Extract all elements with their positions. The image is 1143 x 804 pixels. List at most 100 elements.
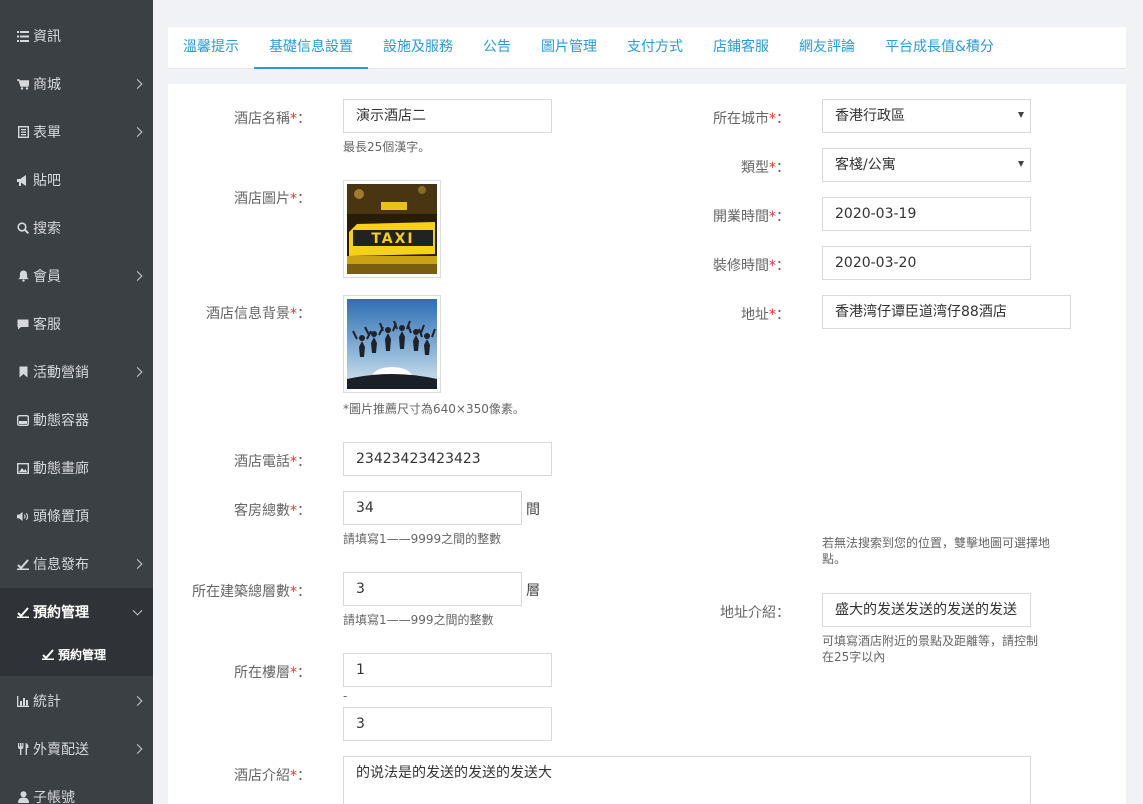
- sidebar-item-marketing[interactable]: 活動營銷: [0, 348, 153, 396]
- tab-images[interactable]: 圖片管理: [541, 27, 597, 69]
- megaphone-icon: [17, 174, 29, 186]
- sidebar-item-search[interactable]: 搜索: [0, 204, 153, 252]
- search-icon: [17, 222, 29, 234]
- sidebar-subitem-booking[interactable]: 預約管理: [0, 632, 153, 676]
- type-select[interactable]: 客棧/公寓: [822, 148, 1031, 182]
- hotel-bg-hint: *圖片推薦尺寸為640×350像素。: [343, 402, 525, 416]
- hotel-name-label: 酒店名稱*：: [234, 111, 311, 127]
- city-select-value: 香港行政區: [835, 108, 905, 124]
- tab-growth-points[interactable]: 平台成長值&積分: [885, 27, 994, 69]
- floor-from-input[interactable]: 1: [343, 653, 552, 687]
- hotel-image-label: 酒店圖片*：: [234, 191, 311, 207]
- sidebar-subitem-label: 預約管理: [58, 647, 107, 662]
- top-strip: [153, 0, 1143, 12]
- hotel-image-thumbnail[interactable]: TAXI: [343, 180, 441, 278]
- chevron-right-icon: [132, 744, 143, 754]
- rooms-input[interactable]: 34: [343, 491, 522, 525]
- hotel-bg-label: 酒店信息背景*：: [206, 306, 311, 322]
- sidebar-item-label: 會員: [33, 269, 61, 285]
- rooms-unit: 間: [526, 502, 540, 518]
- address-input[interactable]: 香港湾仔谭臣道湾仔88酒店: [822, 295, 1071, 329]
- sidebar-item-subaccount[interactable]: 子帳號: [0, 773, 153, 804]
- jumping-people-image: [347, 299, 437, 389]
- city-select[interactable]: 香港行政區: [822, 99, 1031, 133]
- chevron-right-icon: [132, 559, 143, 569]
- renovate-date-input[interactable]: 2020-03-20: [822, 246, 1031, 280]
- open-date-input[interactable]: 2020-03-19: [822, 197, 1031, 231]
- taxi-sign-image: TAXI: [347, 184, 437, 274]
- hotel-bg-thumbnail[interactable]: [343, 295, 441, 393]
- tab-customer-service[interactable]: 店鋪客服: [713, 27, 769, 69]
- sidebar-item-publish[interactable]: 信息發布: [0, 540, 153, 588]
- address-intro-hint: 可填寫酒店附近的景點及距離等，請控制在25字以內: [822, 634, 1039, 664]
- sidebar-item-label: 表單: [33, 125, 61, 141]
- bookmark-icon: [17, 366, 29, 378]
- sidebar-item-forum[interactable]: 貼吧: [0, 156, 153, 204]
- sidebar-item-delivery[interactable]: 外賣配送: [0, 725, 153, 773]
- sidebar-item-label: 預約管理: [33, 605, 89, 621]
- chevron-right-icon: [132, 271, 143, 281]
- phone-label: 酒店電話*：: [234, 454, 311, 470]
- sidebar-item-forms[interactable]: 表單: [0, 108, 153, 156]
- hotel-name-input[interactable]: 演示酒店二: [343, 99, 552, 133]
- caret-down-icon: [1018, 161, 1024, 167]
- sidebar-item-members[interactable]: 會員: [0, 252, 153, 300]
- open-date-label: 開業時間*：: [713, 209, 790, 225]
- cart-icon: [17, 78, 29, 90]
- floor-to-input[interactable]: 3: [343, 707, 552, 741]
- svg-text:TAXI: TAXI: [371, 231, 414, 247]
- sidebar-item-label: 外賣配送: [33, 742, 89, 758]
- sidebar-item-support[interactable]: 客服: [0, 300, 153, 348]
- chevron-down-icon: [132, 605, 143, 616]
- tab-payment[interactable]: 支付方式: [627, 27, 683, 69]
- sidebar-item-label: 動態容器: [33, 413, 89, 429]
- sidebar-item-gallery[interactable]: 動態畫廊: [0, 444, 153, 492]
- hdd-icon: [17, 414, 29, 426]
- sidebar-item-stats[interactable]: 統計: [0, 677, 153, 725]
- sidebar-item-label: 資訊: [33, 29, 61, 45]
- address-intro-label: 地址介紹：: [720, 605, 790, 621]
- floors-input[interactable]: 3: [343, 572, 522, 606]
- sidebar-item-news[interactable]: 資訊: [0, 12, 153, 60]
- city-label: 所在城市*：: [713, 111, 790, 127]
- tab-basic-info[interactable]: 基礎信息設置: [254, 27, 368, 69]
- floors-unit: 層: [526, 583, 540, 599]
- sidebar-item-container[interactable]: 動態容器: [0, 396, 153, 444]
- rooms-hint: 請填寫1——9999之間的整數: [343, 532, 502, 546]
- chevron-right-icon: [132, 367, 143, 377]
- floors-label: 所在建築總層數*：: [192, 584, 311, 600]
- bar-chart-icon: [17, 695, 29, 707]
- tab-notice[interactable]: 公告: [483, 27, 511, 69]
- bell-icon: [17, 270, 29, 282]
- sidebar-item-shop[interactable]: 商城: [0, 60, 153, 108]
- sidebar-item-label: 統計: [33, 694, 61, 710]
- check-icon: [17, 558, 29, 570]
- sidebar-item-label: 搜索: [33, 221, 61, 237]
- address-intro-input[interactable]: 盛大的发送发送的发送的发送: [822, 593, 1031, 627]
- check-icon: [42, 648, 54, 660]
- sidebar-item-headline[interactable]: 頭條置頂: [0, 492, 153, 540]
- picture-icon: [17, 462, 29, 474]
- chevron-right-icon: [132, 127, 143, 137]
- intro-textarea[interactable]: 的说法是的发送的发送的发送大: [343, 756, 1031, 804]
- tab-tips[interactable]: 溫馨提示: [183, 27, 239, 69]
- renovate-date-label: 裝修時間*：: [713, 258, 790, 274]
- sidebar-item-label: 貼吧: [33, 173, 61, 189]
- tab-facilities[interactable]: 設施及服務: [383, 27, 453, 69]
- cutlery-icon: [17, 743, 29, 755]
- chat-icon: [17, 318, 29, 330]
- phone-input[interactable]: 23423423423423: [343, 442, 552, 476]
- volume-icon: [17, 510, 29, 522]
- caret-down-icon: [1018, 112, 1024, 118]
- user-icon: [17, 791, 29, 803]
- sidebar-item-label: 頭條置頂: [33, 509, 89, 525]
- type-select-value: 客棧/公寓: [835, 157, 896, 173]
- sidebar: 資訊 商城 表單 貼吧 搜索 會員 客服 活動營銷 動態容器 動態畫廊 頭條置頂…: [0, 0, 153, 804]
- sidebar-item-label: 信息發布: [33, 557, 89, 573]
- floor-separator: -: [343, 689, 348, 703]
- sidebar-item-booking[interactable]: 預約管理: [0, 588, 153, 636]
- list-icon: [17, 30, 29, 42]
- tab-reviews[interactable]: 網友評論: [799, 27, 855, 69]
- floors-hint: 請填寫1——999之間的整數: [343, 613, 494, 627]
- tab-bar: 溫馨提示 基礎信息設置 設施及服務 公告 圖片管理 支付方式 店鋪客服 網友評論…: [168, 27, 1126, 69]
